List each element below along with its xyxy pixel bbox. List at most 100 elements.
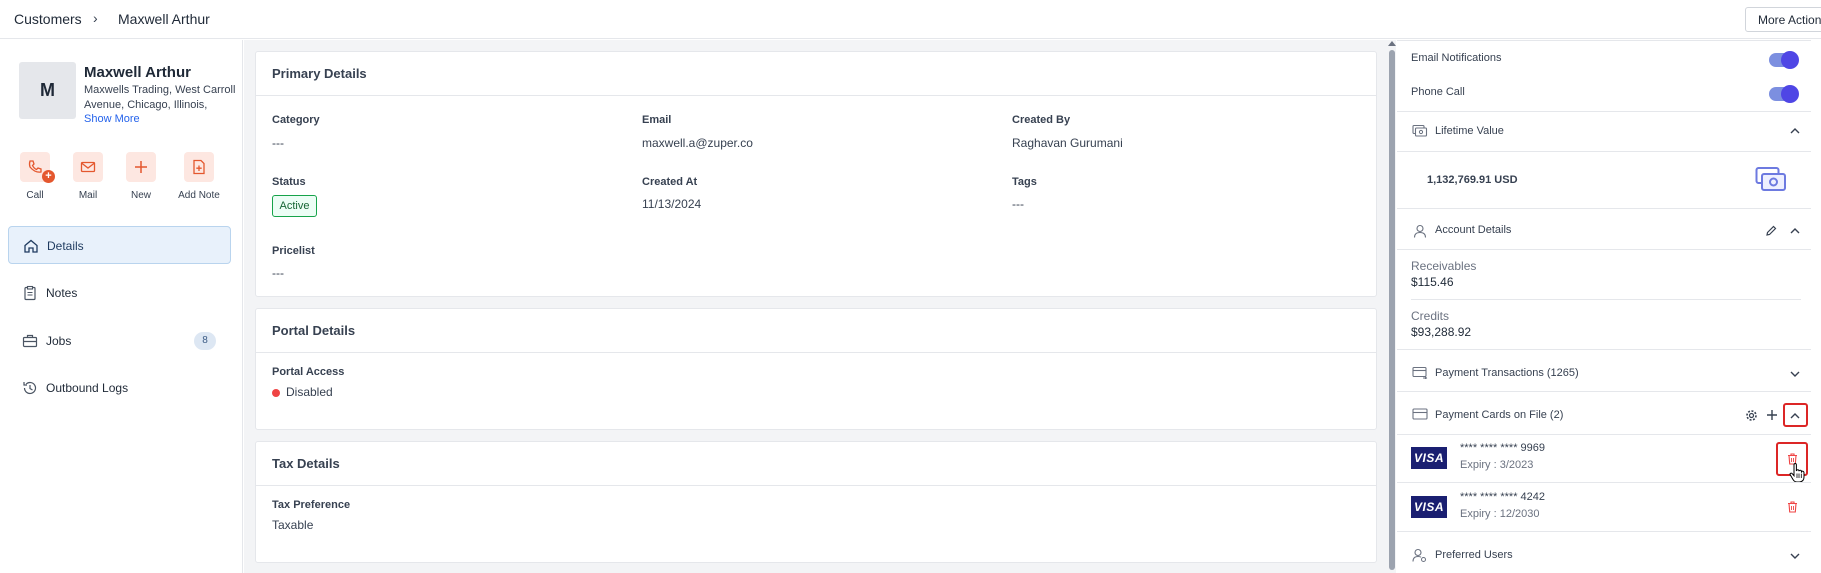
- nav-label: Outbound Logs: [46, 381, 129, 395]
- nav-label: Notes: [46, 286, 78, 300]
- lifetime-value-amount: 1,132,769.91 USD: [1427, 174, 1518, 186]
- receivables-label: Receivables: [1411, 259, 1477, 273]
- history-icon: [23, 381, 37, 395]
- portal-access-label: Portal Access: [272, 366, 345, 378]
- credit-card-icon: [1412, 408, 1428, 420]
- divider: [256, 95, 1376, 96]
- nav-item-details[interactable]: Details: [8, 226, 231, 264]
- pricelist-value: ---: [272, 266, 284, 280]
- divider: [1397, 531, 1811, 532]
- highlight-box: [1783, 403, 1808, 427]
- chevron-down-icon[interactable]: [1790, 371, 1800, 378]
- account-details-title: Account Details: [1435, 224, 1512, 236]
- briefcase-icon: [22, 334, 38, 348]
- divider: [1397, 111, 1811, 112]
- main-content: Primary Details Category --- Email maxwe…: [244, 40, 1388, 573]
- quick-action-call[interactable]: + Call: [5, 152, 65, 201]
- divider: [1411, 299, 1801, 300]
- hand-cursor-icon: [1789, 463, 1805, 483]
- customer-sidebar: M Maxwell Arthur Maxwells Trading, West …: [0, 40, 243, 573]
- created-at-value: 11/13/2024: [642, 197, 702, 211]
- edit-icon[interactable]: [1765, 225, 1777, 237]
- portal-access-value: Disabled: [286, 385, 333, 399]
- card-number: **** **** **** 9969: [1460, 442, 1546, 454]
- tax-details-card: Tax Details Tax Preference Taxable: [255, 441, 1377, 563]
- portal-details-card: Portal Details Portal Access Disabled: [255, 308, 1377, 430]
- customer-name: Maxwell Arthur: [84, 64, 191, 81]
- quick-action-add-note[interactable]: Add Note: [169, 152, 229, 201]
- mail-icon: [73, 152, 103, 182]
- breadcrumb-separator: ›: [93, 10, 98, 26]
- top-bar: Customers › Maxwell Arthur More Actions: [0, 0, 1821, 39]
- nav-item-outbound-logs[interactable]: Outbound Logs: [8, 369, 231, 407]
- created-at-label: Created At: [642, 176, 698, 188]
- visa-logo: VISA: [1411, 496, 1447, 518]
- clipboard-icon: [24, 285, 36, 301]
- quick-action-label: Call: [26, 190, 44, 201]
- preferred-users-title[interactable]: Preferred Users: [1435, 549, 1513, 561]
- tax-preference-label: Tax Preference: [272, 499, 351, 511]
- email-notifications-toggle[interactable]: [1769, 51, 1799, 69]
- add-card-icon[interactable]: [1766, 409, 1778, 421]
- receivables-value: $115.46: [1411, 275, 1454, 289]
- created-by-value: Raghavan Gurumani: [1012, 136, 1123, 150]
- payment-transactions-title[interactable]: Payment Transactions (1265): [1435, 367, 1579, 379]
- scroll-up-icon[interactable]: [1388, 41, 1396, 46]
- user-settings-icon: [1412, 548, 1426, 562]
- quick-action-mail[interactable]: Mail: [58, 152, 118, 201]
- pricelist-label: Pricelist: [272, 245, 315, 257]
- gear-icon[interactable]: [1745, 409, 1758, 422]
- category-label: Category: [272, 114, 320, 126]
- divider: [1397, 482, 1811, 483]
- divider: [1397, 151, 1811, 152]
- divider: [1397, 391, 1811, 392]
- more-actions-button[interactable]: More Actions: [1745, 7, 1821, 32]
- customer-address: Maxwells Trading, West Carroll Avenue, C…: [84, 84, 236, 111]
- phone-plus-icon: +: [20, 152, 55, 183]
- card-expiry: Expiry : 3/2023: [1460, 459, 1534, 471]
- email-value: maxwell.a@zuper.co: [642, 136, 753, 150]
- card-title: Primary Details: [272, 66, 367, 81]
- card-transactions-icon: [1412, 366, 1428, 379]
- tax-preference-value: Taxable: [272, 518, 314, 532]
- email-label: Email: [642, 114, 672, 126]
- home-icon: [24, 239, 38, 253]
- divider: [1397, 40, 1811, 41]
- money-icon: [1412, 124, 1428, 137]
- nav-label: Jobs: [46, 334, 72, 348]
- card-number: **** **** **** 4242: [1460, 491, 1546, 503]
- tags-label: Tags: [1012, 176, 1037, 188]
- chevron-up-icon[interactable]: [1790, 127, 1800, 134]
- quick-action-label: New: [130, 190, 151, 201]
- quick-action-label: Add Note: [178, 190, 220, 201]
- divider: [256, 485, 1376, 486]
- quick-action-new[interactable]: New: [111, 152, 171, 201]
- nav-label: Details: [47, 239, 84, 253]
- breadcrumb-current: Maxwell Arthur: [118, 11, 210, 27]
- divider: [1397, 249, 1811, 250]
- breadcrumb-customers[interactable]: Customers: [14, 11, 82, 27]
- show-more-link[interactable]: Show More: [84, 113, 140, 125]
- divider: [1397, 349, 1811, 350]
- phone-call-label: Phone Call: [1411, 86, 1465, 98]
- main-scrollbar-thumb[interactable]: [1389, 50, 1395, 570]
- trash-icon[interactable]: [1787, 501, 1798, 513]
- credits-value: $93,288.92: [1411, 325, 1472, 339]
- chevron-up-icon[interactable]: [1790, 227, 1800, 234]
- right-panel: Email Notifications Phone Call Lifetime …: [1397, 40, 1821, 573]
- card-title: Tax Details: [272, 456, 340, 471]
- tags-value: ---: [1012, 197, 1024, 211]
- avatar: M: [19, 62, 76, 119]
- nav-item-jobs[interactable]: Jobs 8: [8, 322, 231, 360]
- status-label: Status: [272, 176, 306, 188]
- nav-item-notes[interactable]: Notes: [8, 274, 231, 312]
- chevron-down-icon[interactable]: [1790, 553, 1800, 560]
- lifetime-value-title: Lifetime Value: [1435, 125, 1504, 137]
- payment-cards-title: Payment Cards on File (2): [1435, 409, 1564, 421]
- card-expiry: Expiry : 12/2030: [1460, 508, 1540, 520]
- divider: [256, 352, 1376, 353]
- email-notifications-label: Email Notifications: [1411, 52, 1502, 64]
- primary-details-card: Primary Details Category --- Email maxwe…: [255, 51, 1377, 297]
- phone-call-toggle[interactable]: [1769, 85, 1799, 103]
- card-title: Portal Details: [272, 323, 356, 338]
